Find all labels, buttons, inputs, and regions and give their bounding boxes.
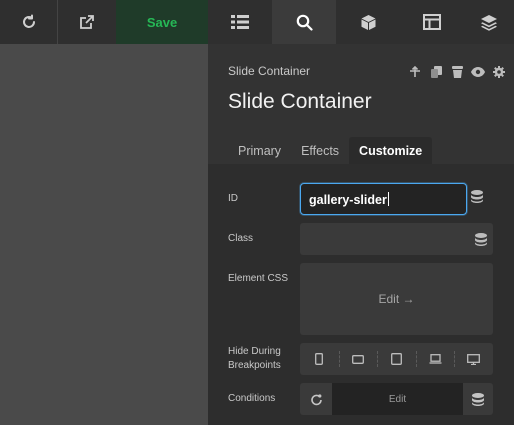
save-button[interactable]: Save <box>116 0 208 44</box>
element-css-label: Element CSS <box>228 273 289 284</box>
class-dynamic-data-icon[interactable] <box>475 233 487 251</box>
desktop-toggle[interactable] <box>454 343 493 375</box>
hide-during-label: Hide During Breakpoints <box>228 345 281 373</box>
id-label: ID <box>228 193 238 204</box>
laptop-toggle[interactable] <box>415 343 455 375</box>
hide-during-label-line2: Breakpoints <box>228 360 281 371</box>
elements-tool-button[interactable] <box>336 0 400 44</box>
id-dynamic-data-icon[interactable] <box>471 190 483 208</box>
refresh-icon <box>22 14 35 28</box>
external-link-icon <box>80 15 94 29</box>
duplicate-icon[interactable] <box>427 65 445 79</box>
conditions-edit-button[interactable]: Edit <box>332 383 463 415</box>
visibility-icon[interactable] <box>469 65 487 79</box>
phone-portrait-icon <box>315 353 324 365</box>
tablet-toggle[interactable] <box>377 343 416 375</box>
layers-icon <box>481 14 497 31</box>
inspector-panel: Slide Container Slide Container Primary … <box>208 44 514 425</box>
layout-tool-button[interactable] <box>400 0 464 44</box>
list-icon <box>231 15 249 29</box>
phone-landscape-toggle[interactable] <box>338 343 378 375</box>
list-tool-button[interactable] <box>208 0 272 44</box>
settings-icon[interactable] <box>490 65 508 79</box>
tab-customize[interactable]: Customize <box>349 137 433 164</box>
conditions-toggle[interactable] <box>300 383 332 415</box>
phone-portrait-toggle[interactable] <box>300 343 339 375</box>
search-tool-button[interactable] <box>272 0 336 44</box>
element-actions <box>406 65 508 79</box>
class-label: Class <box>228 233 254 244</box>
laptop-icon <box>429 354 442 364</box>
conditions-icon <box>310 393 322 405</box>
move-icon[interactable] <box>406 65 424 79</box>
element-css-edit-button[interactable]: Edit → <box>300 263 493 335</box>
layout-icon <box>423 14 441 30</box>
tab-effects[interactable]: Effects <box>291 137 349 164</box>
search-icon <box>296 14 313 31</box>
conditions-dynamic-data-button[interactable] <box>463 383 493 415</box>
inspector-tabs: Primary Effects Customize <box>208 137 433 164</box>
refresh-button[interactable] <box>0 0 58 44</box>
phone-landscape-icon <box>351 354 364 364</box>
cube-icon <box>361 14 375 30</box>
conditions-label: Conditions <box>228 393 276 404</box>
tab-primary[interactable]: Primary <box>208 137 291 164</box>
breadcrumb: Slide Container <box>228 64 311 78</box>
layers-tool-button[interactable] <box>464 0 514 44</box>
preview-canvas[interactable] <box>0 44 208 425</box>
id-field-value: gallery-slider <box>309 192 389 207</box>
top-toolbar: Save <box>0 0 514 44</box>
delete-icon[interactable] <box>448 65 466 79</box>
hide-during-label-line1: Hide During <box>228 346 281 357</box>
conditions-control: Edit <box>300 383 493 415</box>
open-external-button[interactable] <box>58 0 116 44</box>
panel-title: Slide Container <box>228 90 372 113</box>
class-field[interactable] <box>300 223 493 255</box>
breakpoint-toggles <box>300 343 493 375</box>
desktop-icon <box>467 353 481 365</box>
tablet-icon <box>391 353 402 365</box>
conditions-dynamic-data-icon <box>472 392 484 406</box>
inspector-header: Slide Container Slide Container Primary … <box>208 44 514 164</box>
id-field[interactable]: gallery-slider <box>300 183 467 215</box>
